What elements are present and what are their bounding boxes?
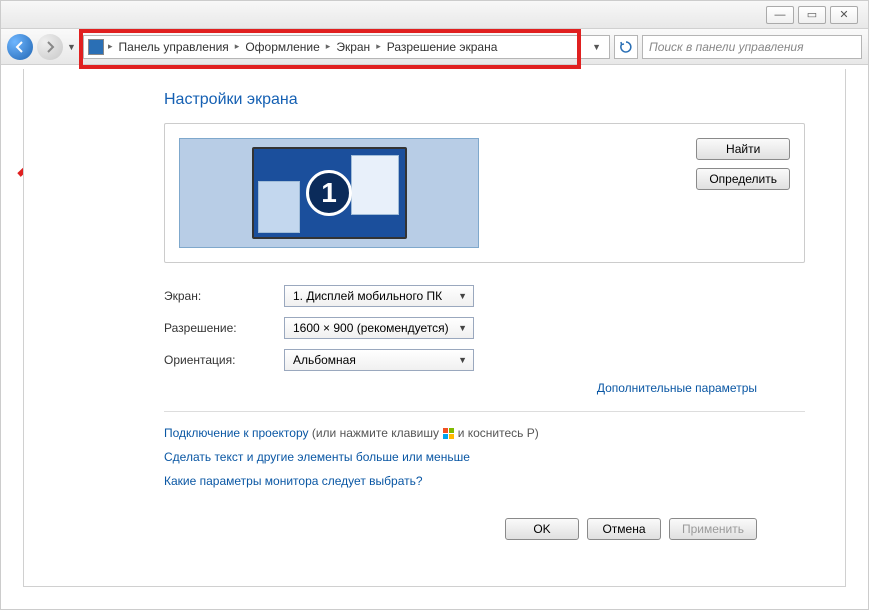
chevron-down-icon: ▼ — [458, 355, 467, 365]
resolution-combo[interactable]: 1600 × 900 (рекомендуется) ▼ — [284, 317, 474, 339]
thumb-window-icon — [258, 181, 300, 233]
breadcrumb-arrow: ▸ — [233, 41, 242, 52]
maximize-button[interactable]: ▭ — [798, 6, 826, 24]
monitor-number-badge: 1 — [306, 170, 352, 216]
address-bar[interactable]: ▸ Панель управления ▸ Оформление ▸ Экран… — [83, 35, 610, 59]
resolution-value: 1600 × 900 (рекомендуется) — [293, 321, 449, 335]
breadcrumb-item[interactable]: Оформление — [243, 40, 321, 54]
address-dropdown-arrow[interactable]: ▼ — [588, 42, 605, 52]
orientation-label: Ориентация: — [164, 353, 284, 367]
search-input[interactable]: Поиск в панели управления — [642, 35, 862, 59]
projector-hint-a: (или нажмите клавишу — [312, 426, 439, 440]
search-placeholder: Поиск в панели управления — [649, 40, 804, 54]
chevron-down-icon: ▼ — [458, 323, 467, 333]
find-button[interactable]: Найти — [696, 138, 790, 160]
navbar: ▼ ▸ Панель управления ▸ Оформление ▸ Экр… — [1, 29, 868, 65]
breadcrumb-arrow: ▸ — [324, 41, 333, 52]
text-size-link[interactable]: Сделать текст и другие элементы больше и… — [164, 450, 470, 464]
monitor-preview-area: 1 Найти Определить — [164, 123, 805, 263]
display-combo[interactable]: 1. Дисплей мобильного ПК ▼ — [284, 285, 474, 307]
breadcrumb-arrow: ▸ — [374, 41, 383, 52]
forward-button[interactable] — [37, 34, 63, 60]
page-title: Настройки экрана — [164, 91, 805, 109]
nav-history-dropdown[interactable]: ▼ — [67, 42, 79, 52]
breadcrumb-arrow: ▸ — [106, 41, 115, 52]
windows-key-icon — [442, 428, 454, 440]
detect-button[interactable]: Определить — [696, 168, 790, 190]
cancel-button[interactable]: Отмена — [587, 518, 661, 540]
monitor-preview-bg: 1 — [179, 138, 479, 248]
resolution-label: Разрешение: — [164, 321, 284, 335]
close-button[interactable]: ✕ — [830, 6, 858, 24]
which-settings-link[interactable]: Какие параметры монитора следует выбрать… — [164, 474, 423, 488]
thumb-window-icon — [351, 155, 399, 215]
display-value: 1. Дисплей мобильного ПК — [293, 289, 442, 303]
chevron-down-icon: ▼ — [458, 291, 467, 301]
minimize-button[interactable]: — — [766, 6, 794, 24]
breadcrumb-item[interactable]: Экран — [334, 40, 372, 54]
refresh-button[interactable] — [614, 35, 638, 59]
monitor-thumbnail[interactable]: 1 — [252, 147, 407, 239]
titlebar: — ▭ ✕ — [1, 1, 868, 29]
divider — [164, 411, 805, 412]
apply-button[interactable]: Применить — [669, 518, 757, 540]
breadcrumb-item[interactable]: Разрешение экрана — [385, 40, 500, 54]
orientation-combo[interactable]: Альбомная ▼ — [284, 349, 474, 371]
advanced-settings-link[interactable]: Дополнительные параметры — [597, 381, 757, 395]
projector-hint-b: и коснитесь P) — [458, 426, 539, 440]
content-area: Настройки экрана 1 Найти Определить Экра… — [23, 69, 846, 587]
breadcrumb-item[interactable]: Панель управления — [117, 40, 231, 54]
ok-button[interactable]: OK — [505, 518, 579, 540]
back-button[interactable] — [7, 34, 33, 60]
control-panel-icon — [88, 39, 104, 55]
orientation-value: Альбомная — [293, 353, 356, 367]
display-label: Экран: — [164, 289, 284, 303]
projector-link[interactable]: Подключение к проектору — [164, 426, 309, 440]
